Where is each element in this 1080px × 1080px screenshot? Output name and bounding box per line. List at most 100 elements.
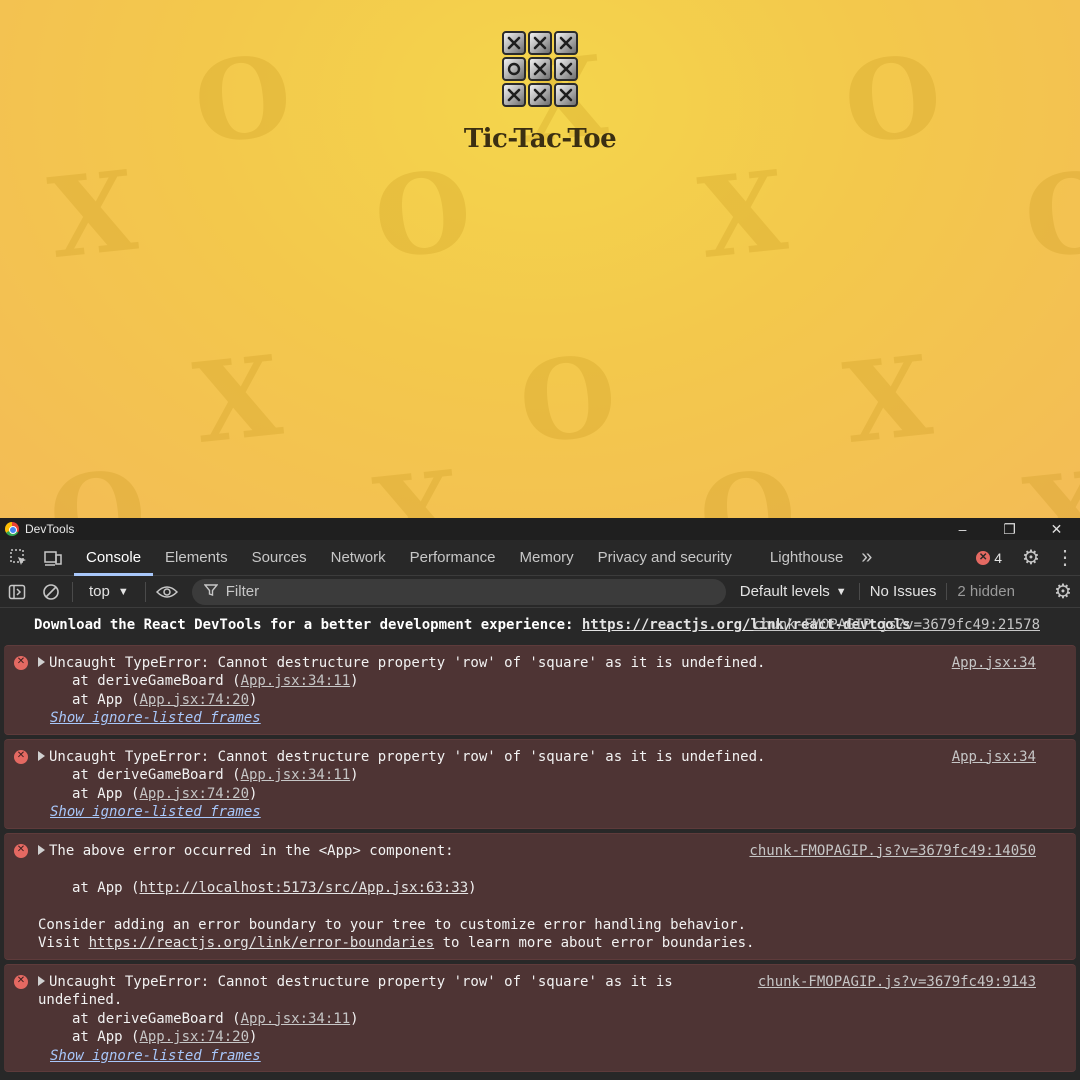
logo-cell-x: [528, 31, 552, 55]
source-link[interactable]: App.jsx:34: [952, 654, 1036, 673]
stack-frame-link[interactable]: App.jsx:74:20: [139, 786, 249, 802]
devtools-tabbar: Console Elements Sources Network Perform…: [0, 540, 1080, 576]
error-icon: ✕: [14, 655, 28, 670]
console-message-error: ✕ chunk-FMOPAGIP.js?v=3679fc49:14050 The…: [4, 832, 1076, 960]
live-expression-eye-icon[interactable]: [150, 576, 184, 608]
stack-frame-end: ): [249, 691, 258, 708]
stack-frame-link[interactable]: App.jsx:74:20: [139, 1029, 249, 1045]
logo-cell-x: [502, 31, 526, 55]
error-message: The above error occurred in the <App> co…: [49, 842, 454, 859]
background-o-mark: O: [43, 445, 153, 518]
stack-frame-end: ): [350, 1010, 359, 1027]
error-boundaries-link[interactable]: https://reactjs.org/link/error-boundarie…: [89, 935, 435, 951]
stack-frame-link[interactable]: App.jsx:34:11: [241, 1011, 351, 1027]
error-boundary-hint: Consider adding an error boundary to you…: [38, 916, 747, 933]
minimize-button[interactable]: –: [939, 518, 986, 540]
background-x-mark: X: [368, 445, 467, 518]
error-count-badge[interactable]: ✕ 4: [966, 550, 1012, 566]
stack-frame: at deriveGameBoard (: [72, 1010, 241, 1027]
source-link[interactable]: chunk-FMOPAGIP.js?v=3679fc49:21578: [753, 616, 1040, 635]
device-toolbar-icon[interactable]: [38, 543, 68, 573]
stack-frame-end: ): [350, 767, 359, 783]
stack-frame-end: ): [350, 673, 359, 689]
console-settings-icon[interactable]: ⚙: [1046, 576, 1080, 608]
context-label: top: [89, 583, 110, 600]
stack-frame: at App (: [72, 691, 140, 708]
show-ignore-listed-frames-link[interactable]: Show ignore-listed frames: [38, 1048, 261, 1064]
filter-icon: [203, 583, 219, 601]
stack-frame-link[interactable]: App.jsx:74:20: [139, 692, 249, 708]
more-tabs-icon[interactable]: »: [855, 540, 878, 576]
expand-triangle-icon[interactable]: [38, 975, 45, 986]
background-o-mark: O: [693, 445, 803, 518]
restore-button[interactable]: ❐: [986, 518, 1033, 540]
background-o-mark: O: [368, 145, 478, 284]
stack-frame: at App (: [72, 785, 140, 802]
background-o-mark: O: [1018, 145, 1080, 284]
background-o-mark: O: [513, 330, 623, 469]
error-count: 4: [994, 549, 1002, 566]
context-selector[interactable]: top ▼: [77, 583, 141, 600]
logo-cell-x: [502, 83, 526, 107]
tab-lighthouse[interactable]: Lighthouse: [758, 540, 855, 576]
toolbar-divider: [72, 581, 73, 602]
stack-frame-link[interactable]: App.jsx:34:11: [241, 767, 351, 783]
clear-console-icon[interactable]: [34, 576, 68, 608]
stack-frame: at App (: [72, 879, 140, 896]
stack-frame-link[interactable]: http://localhost:5173/src/App.jsx:63:33: [139, 880, 468, 896]
inspect-element-icon[interactable]: [4, 543, 34, 573]
source-link[interactable]: chunk-FMOPAGIP.js?v=3679fc49:9143: [758, 973, 1036, 992]
stack-frame: at deriveGameBoard (: [72, 767, 241, 783]
error-message: Uncaught TypeError: Cannot destructure p…: [49, 973, 673, 990]
close-button[interactable]: ✕: [1033, 518, 1080, 540]
source-link[interactable]: chunk-FMOPAGIP.js?v=3679fc49:14050: [749, 842, 1036, 861]
error-message: Uncaught TypeError: Cannot destructure p…: [49, 748, 766, 765]
logo-cell-x: [528, 57, 552, 81]
error-message-continued: undefined.: [38, 992, 123, 1008]
show-ignore-listed-frames-link[interactable]: Show ignore-listed frames: [38, 804, 261, 820]
error-icon: ✕: [14, 749, 28, 764]
tab-privacy-security[interactable]: Privacy and security: [586, 540, 744, 576]
app-title: Tic-Tac-Toe: [463, 124, 617, 154]
logo-cell-o: [502, 57, 526, 81]
more-options-icon[interactable]: ⋮: [1050, 543, 1080, 573]
tab-network[interactable]: Network: [319, 540, 398, 576]
background-x-mark: X: [188, 330, 287, 469]
app-page: OXOXOXOXOXOXOXOXOX Tic-Tac-Toe: [0, 0, 1080, 518]
error-message: Uncaught TypeError: Cannot destructure p…: [49, 654, 766, 671]
console-output: chunk-FMOPAGIP.js?v=3679fc49:21578 Downl…: [0, 608, 1080, 1072]
settings-icon[interactable]: ⚙: [1016, 543, 1046, 573]
filter-box: [191, 578, 726, 605]
hint-text: to learn more about error boundaries.: [434, 935, 755, 951]
tab-sources[interactable]: Sources: [240, 540, 319, 576]
hidden-messages-count: 2 hidden: [946, 583, 1025, 600]
stack-frame-end: ): [249, 785, 258, 802]
expand-triangle-icon[interactable]: [38, 656, 45, 667]
error-icon: ✕: [14, 843, 28, 858]
stack-frame-link[interactable]: App.jsx:34:11: [241, 673, 351, 689]
filter-input[interactable]: [225, 583, 626, 600]
source-link[interactable]: App.jsx:34: [952, 748, 1036, 767]
tab-console[interactable]: Console: [74, 540, 154, 576]
expand-triangle-icon[interactable]: [38, 750, 45, 761]
console-message-info: chunk-FMOPAGIP.js?v=3679fc49:21578 Downl…: [0, 608, 1080, 641]
issues-button[interactable]: No Issues: [858, 583, 947, 600]
tab-elements[interactable]: Elements: [153, 540, 240, 576]
stack-frame-end: ): [468, 879, 477, 896]
tab-performance[interactable]: Performance: [398, 540, 508, 576]
error-icon: ✕: [976, 550, 991, 565]
expand-triangle-icon[interactable]: [38, 844, 45, 855]
tab-memory[interactable]: Memory: [508, 540, 586, 576]
console-message-error: ✕ App.jsx:34 Uncaught TypeError: Cannot …: [4, 738, 1076, 829]
logo-cell-x: [528, 83, 552, 107]
console-message-error: ✕ App.jsx:34 Uncaught TypeError: Cannot …: [4, 644, 1076, 735]
stack-frame: at App (: [72, 1029, 140, 1045]
show-ignore-listed-frames-link[interactable]: Show ignore-listed frames: [38, 710, 261, 726]
log-levels-label: Default levels: [739, 583, 830, 600]
window-title: DevTools: [25, 522, 75, 536]
hint-text: Visit: [38, 935, 89, 951]
console-message-error: ✕ chunk-FMOPAGIP.js?v=3679fc49:9143 Unca…: [4, 963, 1076, 1072]
sidebar-toggle-icon[interactable]: [0, 576, 34, 608]
devtools-titlebar: DevTools – ❐ ✕: [0, 518, 1080, 540]
log-levels-dropdown[interactable]: Default levels ▼: [740, 583, 859, 600]
